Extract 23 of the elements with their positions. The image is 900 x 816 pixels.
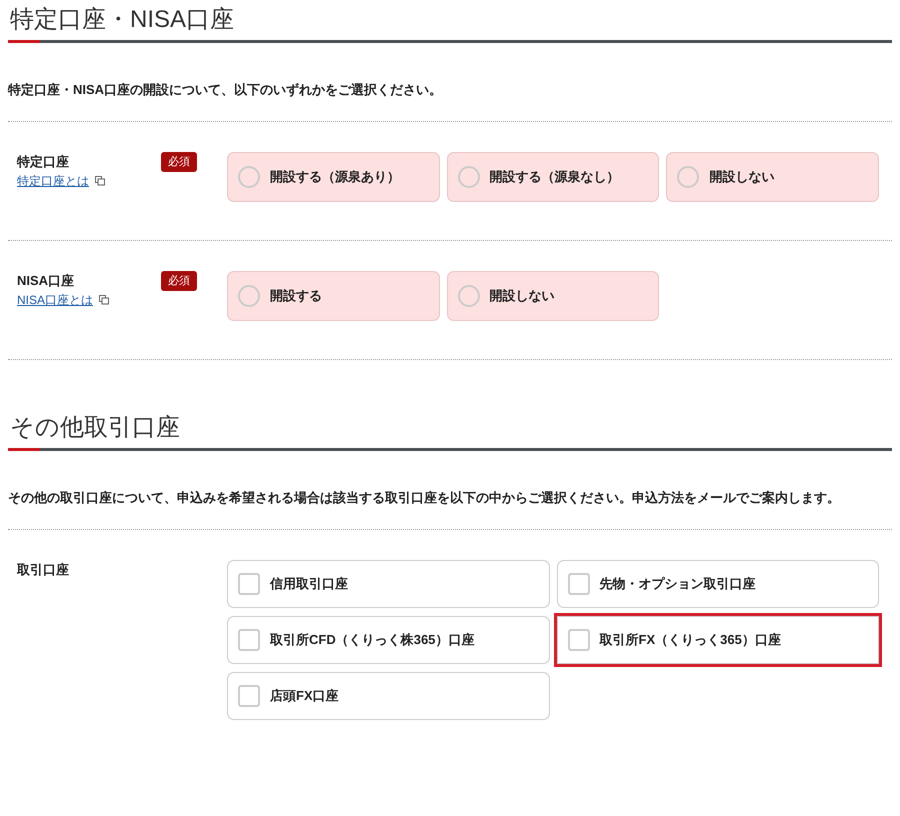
intro-text: 特定口座・NISA口座の開設について、以下のいずれかをご選択ください。	[8, 81, 444, 99]
section-heading: 特定口座・NISA口座	[9, 5, 236, 35]
radio-option[interactable]: 開設しない	[446, 271, 660, 321]
radio-option[interactable]: 開設しない	[666, 152, 879, 202]
radio-option[interactable]: 開設する（源泉あり）	[227, 152, 440, 202]
field-label: NISA口座	[17, 272, 76, 290]
help-link[interactable]: 特定口座とは	[17, 172, 89, 190]
section-heading: その他取引口座	[9, 413, 181, 443]
checkbox-option[interactable]: 取引所CFD（くりっく株365）口座	[227, 616, 550, 664]
help-link[interactable]: NISA口座とは	[17, 291, 94, 309]
field-label: 取引口座	[17, 561, 69, 579]
external-window-icon	[99, 295, 110, 305]
intro-text: その他の取引口座について、申込みを希望される場合は該当する取引口座を以下の中からご選択ください。申込方法をメールでご案内します。	[8, 489, 841, 507]
checkbox-option[interactable]: 信用取引口座	[227, 560, 550, 608]
required-badge: 必須	[161, 152, 197, 172]
radio-option[interactable]: 開設する（源泉なし）	[446, 152, 660, 202]
external-window-icon	[95, 176, 105, 186]
checkbox-option[interactable]: 先物・オプション取引口座	[556, 560, 879, 608]
required-badge: 必須	[161, 271, 197, 291]
checkbox-option[interactable]: 店頭FX口座	[227, 672, 550, 720]
radio-option[interactable]: 開設する	[227, 271, 440, 321]
field-label: 特定口座	[17, 153, 70, 171]
checkbox-option[interactable]: 取引所FX（くりっく365）口座	[556, 616, 879, 664]
